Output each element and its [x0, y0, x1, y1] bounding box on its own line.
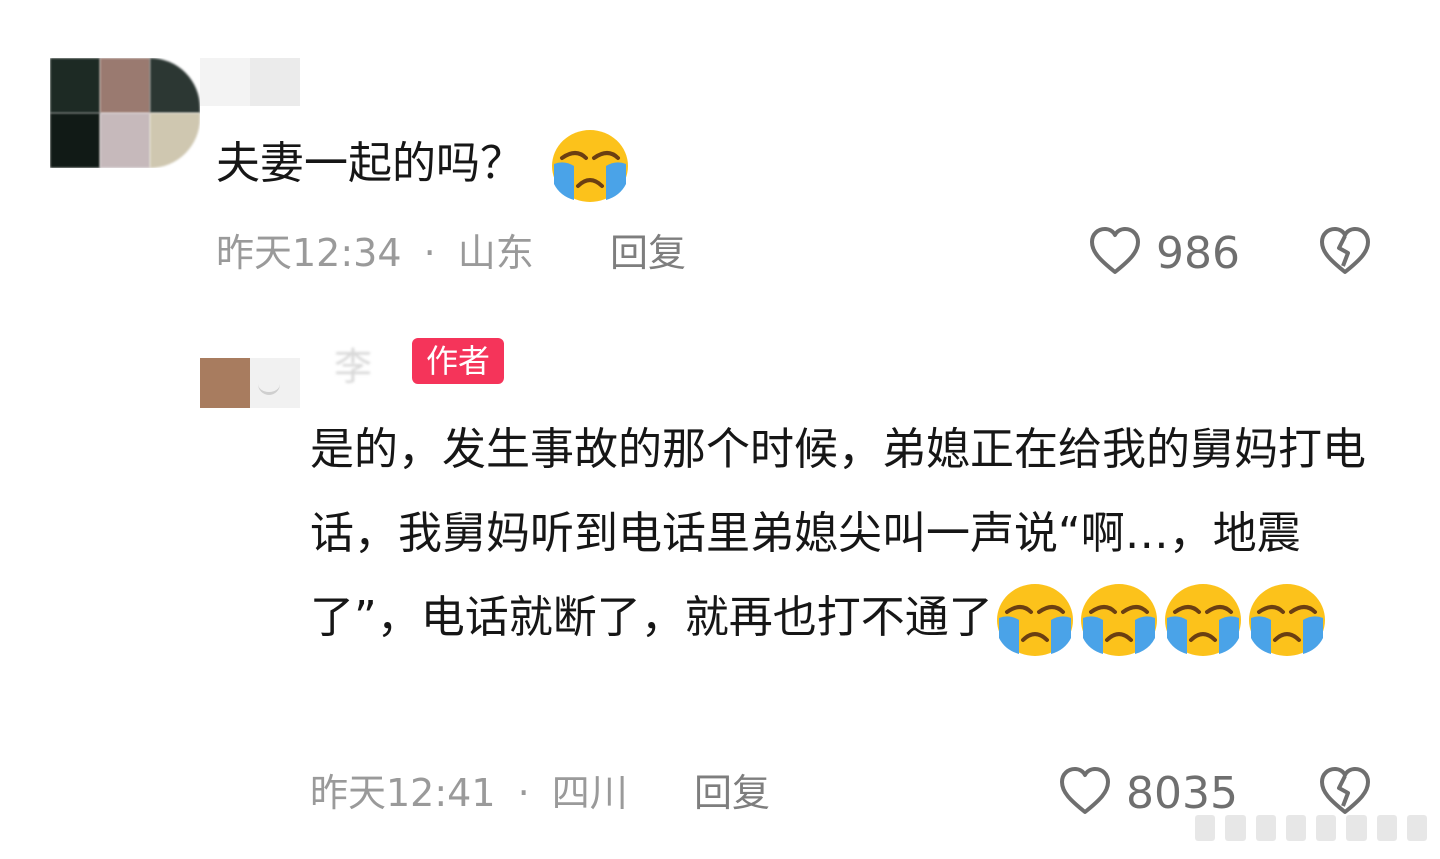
loudly-crying-face-icon	[548, 128, 632, 204]
like-count: 986	[1156, 228, 1240, 279]
separator: ·	[517, 771, 530, 815]
reply-button[interactable]: 回复	[694, 768, 770, 818]
reply-button[interactable]: 回复	[610, 228, 686, 278]
username-blurred[interactable]: 李	[334, 336, 372, 391]
location: 四川	[551, 771, 628, 815]
loudly-crying-face-icon	[1077, 582, 1161, 658]
like-count: 8035	[1126, 768, 1238, 819]
watermark	[1195, 815, 1427, 841]
loudly-crying-face-icon	[1245, 582, 1329, 658]
avatar[interactable]	[50, 58, 200, 168]
heart-outline-icon[interactable]	[1058, 766, 1112, 816]
comment-body: 夫妻一起的吗？	[216, 138, 524, 189]
timestamp: 昨天12:34	[216, 231, 402, 275]
broken-heart-icon[interactable]	[1318, 766, 1372, 816]
loudly-crying-face-icon	[993, 582, 1077, 658]
avatar[interactable]	[200, 358, 300, 408]
separator: ·	[423, 231, 436, 275]
comment-text: 是的，发生事故的那个时候，弟媳正在给我的舅妈打电话，我舅妈听到电话里弟媳尖叫一声…	[310, 408, 1370, 660]
username-blurred-part	[250, 58, 300, 106]
author-badge: 作者	[412, 338, 505, 384]
broken-heart-icon[interactable]	[1318, 226, 1372, 276]
timestamp: 昨天12:41	[310, 771, 496, 815]
comment-text: 夫妻一起的吗？	[216, 128, 632, 204]
location: 山东	[457, 231, 534, 275]
heart-outline-icon[interactable]	[1088, 226, 1142, 276]
loudly-crying-face-icon	[1161, 582, 1245, 658]
comment-meta: 昨天12:34 · 山东	[216, 228, 534, 278]
comment-meta: 昨天12:41 · 四川	[310, 768, 628, 818]
